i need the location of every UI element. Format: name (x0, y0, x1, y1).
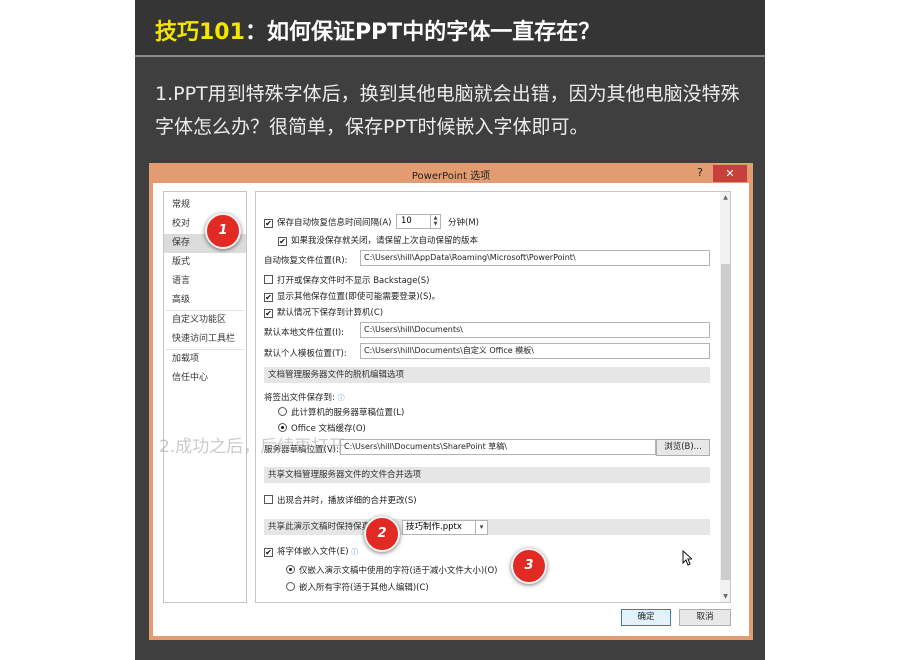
server-drafts-location-input[interactable]: C:\Users\hill\Documents\SharePoint 草稿\ (340, 439, 656, 455)
default-local-checkbox[interactable]: ✔ (264, 309, 273, 318)
autorecover-minutes-value: 10 (401, 216, 412, 226)
nav-item-customize-ribbon[interactable]: 自定义功能区 (164, 311, 246, 330)
no-backstage-label: 打开或保存文件时不显示 Backstage(S) (277, 276, 430, 286)
browse-button[interactable]: 浏览(B)... (656, 439, 710, 456)
embed-fonts-checkbox[interactable]: ✔ (264, 548, 273, 557)
default-local-location-input[interactable]: C:\Users\hill\Documents\ (360, 322, 710, 338)
embed-all-label: 嵌入所有字符(适于其他人编辑)(C) (299, 583, 429, 593)
nav-item-trust-center[interactable]: 信任中心 (164, 369, 246, 388)
keep-last-row[interactable]: ✔ 如果我没保存就关闭，请保留上次自动保留的版本 (278, 234, 478, 246)
title-prefix: 技巧101 (155, 20, 245, 45)
autorecover-location-label: 自动恢复文件位置(R): (264, 256, 348, 266)
close-icon[interactable]: ✕ (713, 165, 747, 182)
powerpoint-options-dialog: PowerPoint 选项 ? ✕ 常规 校对 保存 版式 语言 高级 自定义功… (153, 165, 749, 636)
dialog-titlebar: PowerPoint 选项 ? ✕ (153, 165, 749, 183)
article-header: 技巧101：如何保证PPT中的字体一直存在？ (135, 0, 765, 57)
help-icon[interactable]: ? (697, 166, 703, 179)
embed-used-row[interactable]: 仅嵌入演示文稿中使用的字符(适于减小文件大小)(O) (286, 564, 497, 576)
article-title: 技巧101：如何保证PPT中的字体一直存在？ (155, 14, 600, 46)
show-additional-row[interactable]: ✔ 显示其他保存位置(即使可能需要登录)(S)。 (264, 290, 440, 302)
office-cache-radio[interactable] (278, 423, 287, 432)
keep-last-checkbox[interactable]: ✔ (278, 237, 287, 246)
merge-section-header: 共享文档管理服务器文件的文件合并选项 (264, 467, 710, 483)
options-scrollbar[interactable]: ▲ ▼ (720, 192, 730, 602)
personal-templates-label: 默认个人模板位置(T): (264, 349, 347, 359)
scroll-up-icon[interactable]: ▲ (720, 194, 730, 201)
no-backstage-checkbox[interactable] (264, 275, 273, 284)
info-icon: ⓘ (351, 548, 359, 556)
show-additional-label: 显示其他保存位置(即使可能需要登录)(S)。 (277, 292, 441, 302)
file-dropdown-value: 技巧制作.pptx (406, 522, 462, 532)
options-nav: 常规 校对 保存 版式 语言 高级 自定义功能区 快速访问工具栏 加载项 信任中… (163, 191, 247, 603)
default-local-location-label: 默认本地文件位置(I): (264, 328, 345, 338)
show-merge-checkbox[interactable] (264, 495, 273, 504)
keep-last-label: 如果我没保存就关闭，请保留上次自动保留的版本 (291, 236, 479, 246)
default-local-row[interactable]: ✔ 默认情况下保存到计算机(C) (264, 306, 383, 318)
save-checked-out-label: 将签出文件保存到: (264, 393, 335, 403)
annotation-badge-2: 2 (364, 516, 400, 552)
nav-item-general[interactable]: 常规 (164, 196, 246, 215)
annotation-badge-3: 3 (511, 548, 547, 584)
show-additional-checkbox[interactable]: ✔ (264, 293, 273, 302)
offline-section-header: 文档管理服务器文件的脱机编辑选项 (264, 367, 710, 383)
server-drafts-radio[interactable] (278, 407, 287, 416)
cancel-button[interactable]: 取消 (679, 609, 731, 626)
autorecover-checkbox[interactable]: ✔ (264, 219, 273, 228)
personal-templates-input[interactable]: C:\Users\hill\Documents\自定义 Office 模板\ (360, 343, 710, 359)
embed-used-label: 仅嵌入演示文稿中使用的字符(适于减小文件大小)(O) (299, 566, 498, 576)
chevron-down-icon[interactable]: ▾ (475, 521, 487, 534)
scroll-down-icon[interactable]: ▼ (720, 593, 730, 600)
server-drafts-row[interactable]: 此计算机的服务器草稿位置(L) (278, 406, 404, 418)
autorecover-label: 保存自动恢复信息时间间隔(A) (277, 218, 392, 228)
embed-fonts-row[interactable]: ✔ 将字体嵌入文件(E) ⓘ (264, 545, 358, 557)
intro-paragraph: 1.PPT用到特殊字体后，换到其他电脑就会出错，因为其他电脑没特殊字体怎么办？很… (155, 83, 740, 138)
file-dropdown[interactable]: 技巧制作.pptx ▾ (402, 520, 488, 535)
default-local-label: 默认情况下保存到计算机(C) (277, 308, 384, 318)
save-checked-out-row: 将签出文件保存到: ⓘ (264, 391, 345, 403)
autorecover-minutes-stepper[interactable]: 10 ▲ ▼ (396, 214, 441, 229)
embed-fonts-label: 将字体嵌入文件(E) (277, 547, 349, 557)
show-merge-row[interactable]: 出现合并时，播放详细的合并更改(S) (264, 494, 417, 506)
nav-item-advanced[interactable]: 高级 (164, 291, 246, 310)
article-panel: 技巧101：如何保证PPT中的字体一直存在？ 1.PPT用到特殊字体后，换到其他… (135, 0, 765, 660)
dialog-title: PowerPoint 选项 (411, 171, 491, 182)
show-merge-label: 出现合并时，播放详细的合并更改(S) (277, 496, 417, 506)
no-backstage-row[interactable]: 打开或保存文件时不显示 Backstage(S) (264, 274, 429, 286)
mouse-pointer-icon (682, 550, 692, 566)
embed-used-radio[interactable] (286, 565, 295, 574)
info-icon: ⓘ (337, 394, 345, 402)
options-content: ✔ 保存自动恢复信息时间间隔(A) 10 ▲ ▼ 分钟(M) ✔ 如果我没保存就关闭，请… (255, 191, 731, 603)
embed-all-row[interactable]: 嵌入所有字符(适于其他人编辑)(C) (286, 581, 429, 593)
server-drafts-label: 此计算机的服务器草稿位置(L) (291, 408, 405, 418)
nav-item-language[interactable]: 语言 (164, 272, 246, 291)
stepper-arrows-icon[interactable]: ▲ ▼ (430, 215, 440, 228)
ok-button[interactable]: 确定 (621, 609, 671, 626)
embed-all-radio[interactable] (286, 582, 295, 591)
annotation-badge-1: 1 (205, 213, 241, 249)
autorecover-location-input[interactable]: C:\Users\hill\AppData\Roaming\Microsoft\… (360, 250, 710, 266)
nav-item-layout[interactable]: 版式 (164, 253, 246, 272)
minutes-unit: 分钟(M) (448, 218, 479, 228)
title-text: ：如何保证PPT中的字体一直存在？ (244, 20, 601, 45)
overlay-caption: 2.成功之后，后续再打开 (159, 437, 346, 457)
autorecover-row[interactable]: ✔ 保存自动恢复信息时间间隔(A) (264, 216, 391, 228)
nav-item-quick-access-toolbar[interactable]: 快速访问工具栏 (164, 330, 246, 349)
scroll-thumb[interactable] (721, 264, 730, 580)
nav-item-add-ins[interactable]: 加载项 (164, 350, 246, 369)
